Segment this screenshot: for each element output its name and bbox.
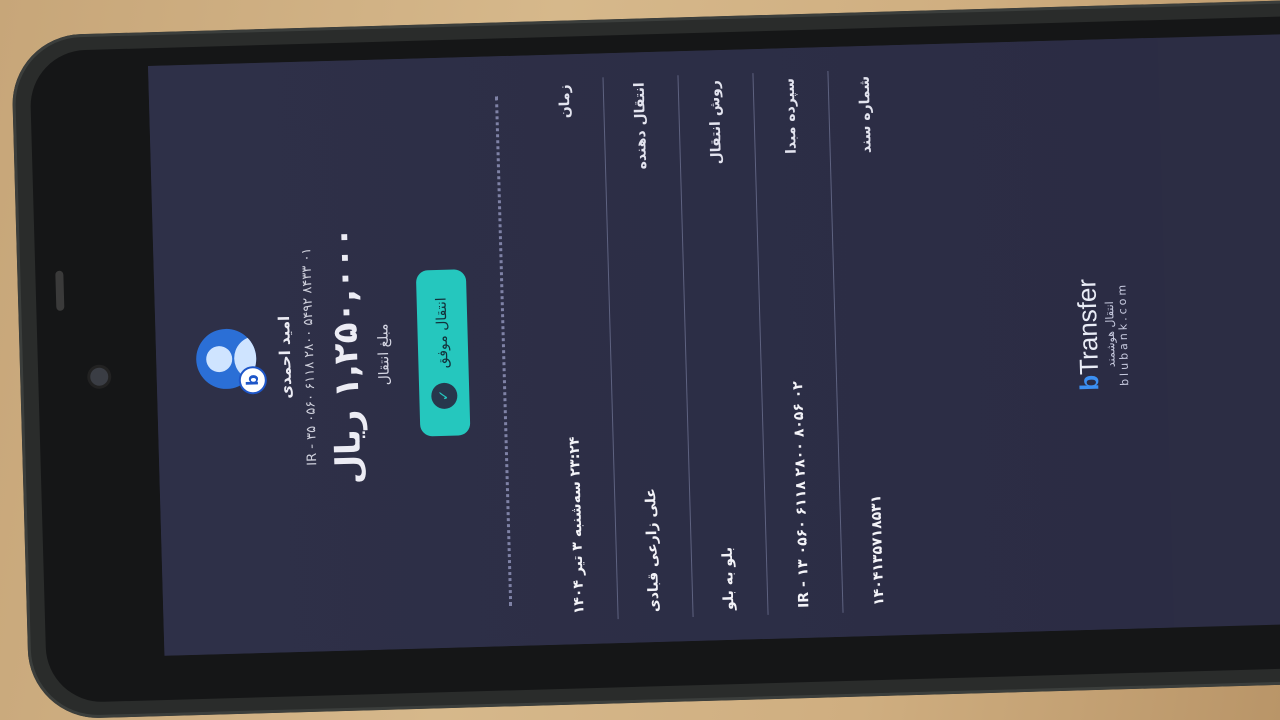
- brand-logo-letter: b: [1073, 374, 1105, 392]
- status-label: انتقال موفق: [433, 297, 452, 369]
- detail-label: روش انتقال: [706, 79, 725, 165]
- receipt-page: b امید احمدی IR - ۳۵ ۰۵۶۰ ۶۱۱۸ ۲۸۰۰ ۵۴۹۲…: [148, 37, 1175, 656]
- detail-label: انتقال دهنده: [631, 82, 651, 170]
- dotted-divider: [494, 96, 513, 607]
- front-camera: [89, 367, 109, 386]
- transfer-amount: ۱,۲۵۰,۰۰۰ ریال: [322, 226, 370, 485]
- amount-label: مبلغ انتقال: [375, 323, 394, 386]
- detail-value: علی زارعی قبادی: [642, 487, 663, 613]
- detail-label: زمان: [556, 84, 574, 119]
- detail-row-document-number: شماره سند ۱۴۰۴۱۳۵۷۱۸۵۳۱: [828, 69, 917, 613]
- phone-screen: b امید احمدی IR - ۳۵ ۰۵۶۰ ۶۱۱۸ ۲۸۰۰ ۵۴۹۲…: [148, 33, 1280, 656]
- brand-logo-text: Transfer: [1071, 278, 1104, 376]
- detail-value: ۲۳:۲۴ سه‌شنبه ۳ تیر ۱۴۰۴: [566, 436, 588, 615]
- receipt-details: زمان ۲۳:۲۴ سه‌شنبه ۳ تیر ۱۴۰۴ انتقال دهن…: [528, 45, 918, 645]
- detail-value: ۱۴۰۴۱۳۵۷۱۸۵۳۱: [868, 494, 888, 607]
- check-icon: ✓: [430, 382, 458, 409]
- detail-value: بلو به بلو: [719, 546, 738, 611]
- detail-label: شماره سند: [856, 75, 875, 154]
- detail-value: IR - ۱۳ ۰۵۶۰ ۶۱۱۸ ۲۸۰۰ ۸۰۵۶ ۰۲: [790, 380, 813, 609]
- status-badge: انتقال موفق ✓: [415, 269, 471, 437]
- btransfer-logo: bTransfer انتقال هوشمند blubank.com: [1065, 39, 1138, 630]
- earpiece-speaker: [55, 270, 65, 311]
- blu-badge-icon: b: [238, 365, 268, 395]
- detail-label: سپرده مبدا: [781, 77, 800, 155]
